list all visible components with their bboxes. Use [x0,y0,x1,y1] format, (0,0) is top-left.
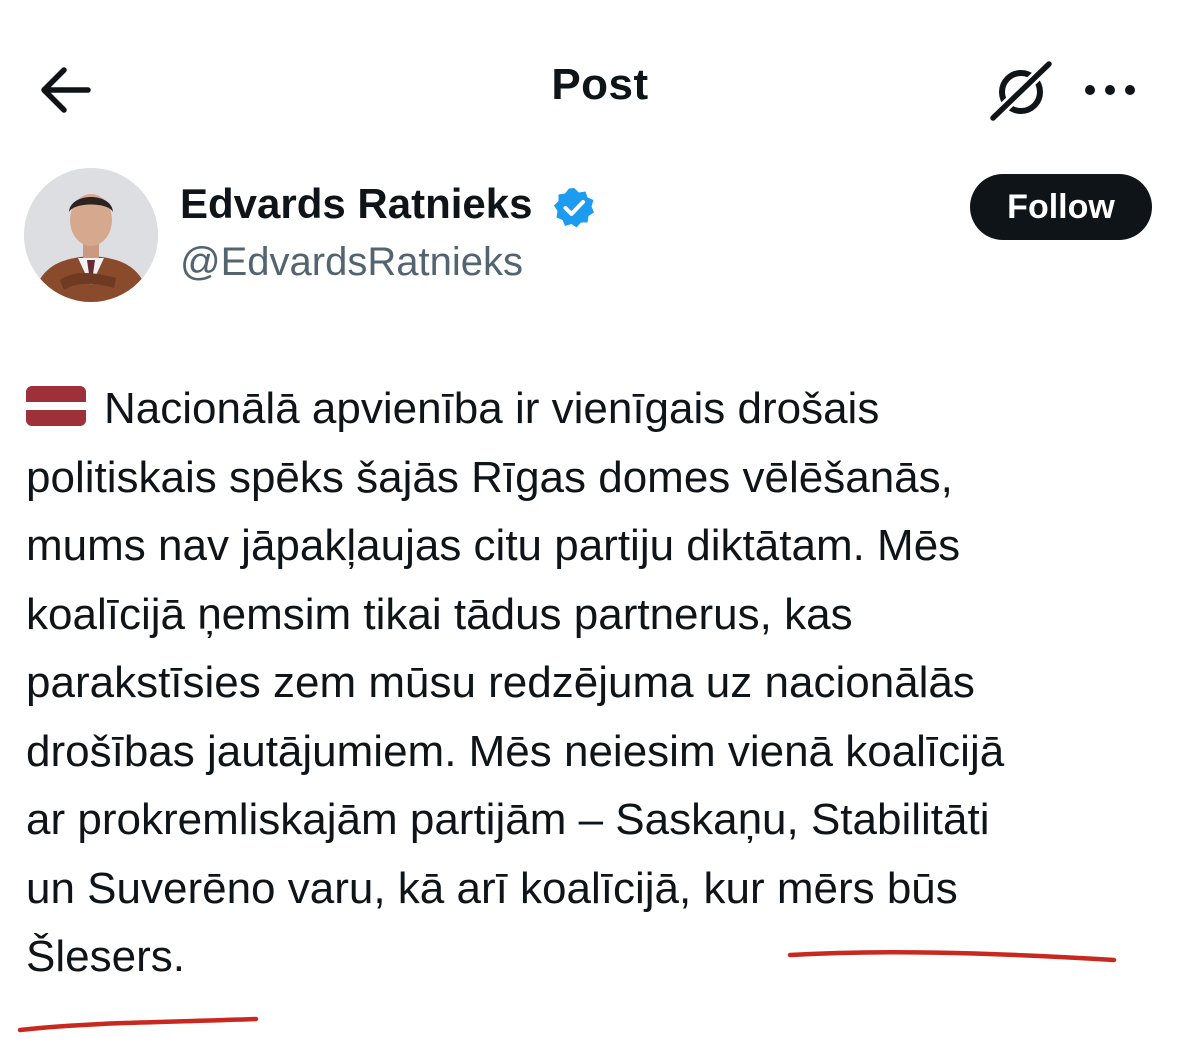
username-handle[interactable]: @EdvardsRatnieks [180,240,523,285]
top-bar: Post [0,0,1200,180]
post-line: drošības jautājumiem. Mēs neiesim vienā … [26,726,1005,776]
follow-button[interactable]: Follow [970,174,1152,240]
post-line: un Suverēno varu, kā arī koalīcijā, kur … [26,863,958,913]
post-text: Nacionālā apvienība ir vienīgais drošais… [26,375,1191,992]
display-name[interactable]: Edvards Ratnieks [180,180,533,228]
post-line: Nacionālā apvienība ir vienīgais drošais [26,375,1191,444]
red-underline-annotation [17,1016,259,1033]
post-line: koalīcijā ņemsim tikai tādus partnerus, … [26,589,853,639]
post-line: politiskais spēks šajās Rīgas domes vēlē… [26,452,953,502]
post-line: Šlesers. [26,932,185,981]
latvia-flag-icon [26,386,86,427]
verified-badge [552,186,596,230]
grok-button[interactable] [985,58,1055,124]
post-line: mums nav jāpakļaujas citu partiju diktāt… [26,521,961,570]
grok-icon [987,58,1055,124]
post-line-text: Nacionālā apvienība ir vienīgais drošais [104,384,880,433]
avatar[interactable] [24,168,158,302]
post-line: ar prokremliskajām partijām – Saskaņu, S… [26,795,990,844]
post-line: parakstīsies zem mūsu redzējuma uz nacio… [26,658,975,707]
verified-check-icon [554,188,594,228]
more-button[interactable] [1080,70,1140,110]
profile-photo [24,168,158,302]
more-horizontal-icon [1085,85,1135,95]
